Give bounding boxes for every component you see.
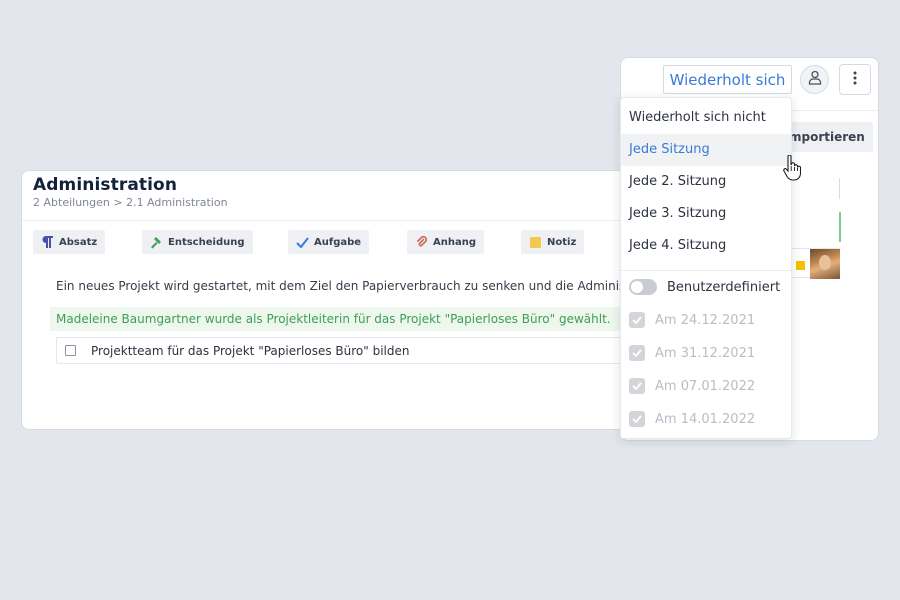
menu-item-every-2nd-session[interactable]: Jede 2. Sitzung [621,166,791,198]
paragraph-text[interactable]: Ein neues Projekt wird gestartet, mit de… [56,279,640,293]
avatar[interactable] [810,249,840,279]
note-marker [796,261,805,270]
date-option: Am 07.01.2022 [629,377,755,395]
divider [839,178,840,199]
user-icon [808,70,822,89]
note-icon [529,236,542,249]
insert-toolbar: Absatz Entscheidung Aufgabe Anhang Notiz [22,221,640,273]
paragraph-button-label: Absatz [59,236,98,248]
date-option-label: Am 07.01.2022 [655,378,756,394]
menu-item-no-repeat[interactable]: Wiederholt sich nicht [621,102,791,134]
date-option: Am 24.12.2021 [629,311,755,329]
agenda-card: Administration 2 Abteilungen > 2.1 Admin… [21,170,641,430]
menu-item-every-session[interactable]: Jede Sitzung [621,134,791,166]
menu-divider [621,270,791,271]
paperclip-icon [415,235,428,249]
check-icon [296,236,309,249]
repeat-dropdown-menu: Wiederholt sich nicht Jede Sitzung Jede … [620,97,792,439]
decision-button[interactable]: Entscheidung [142,230,253,254]
checkbox-checked-icon [629,312,645,328]
hand-pointer-icon [783,154,802,181]
checkbox-checked-icon [629,345,645,361]
checkbox-checked-icon [629,378,645,394]
gavel-icon [150,236,163,249]
attachment-button[interactable]: Anhang [407,230,485,254]
custom-toggle[interactable] [629,279,657,295]
breadcrumb[interactable]: 2 Abteilungen > 2.1 Administration [33,196,629,209]
attachment-button-label: Anhang [433,236,477,248]
task-checkbox[interactable] [65,345,76,356]
date-option: Am 31.12.2021 [629,344,755,362]
more-vertical-icon [853,70,857,89]
paragraph-icon [41,236,54,249]
menu-item-every-3rd-session[interactable]: Jede 3. Sitzung [621,198,791,230]
date-option-label: Am 24.12.2021 [655,312,756,328]
decision-marker [839,212,841,242]
checkbox-checked-icon [629,411,645,427]
decision-button-label: Entscheidung [168,236,245,248]
card-header: Administration 2 Abteilungen > 2.1 Admin… [22,171,640,221]
task-item[interactable]: Projektteam für das Projekt "Papierloses… [56,337,640,364]
task-button-label: Aufgabe [314,236,362,248]
custom-toggle-row[interactable]: Benutzerdefiniert [629,278,780,296]
task-button[interactable]: Aufgabe [288,230,370,254]
date-option-label: Am 14.01.2022 [655,411,756,427]
note-button-label: Notiz [547,236,577,248]
custom-toggle-label: Benutzerdefiniert [667,279,781,295]
repeat-button[interactable]: Wiederholt sich [663,65,792,94]
menu-item-every-4th-session[interactable]: Jede 4. Sitzung [621,230,791,262]
user-button[interactable] [800,65,829,94]
date-option: Am 14.01.2022 [629,410,755,428]
decision-item[interactable]: Madeleine Baumgartner wurde als Projektl… [50,307,640,331]
import-button[interactable]: mportieren [789,122,873,152]
paragraph-button[interactable]: Absatz [33,230,106,254]
date-option-label: Am 31.12.2021 [655,345,756,361]
more-button[interactable] [839,64,871,95]
note-button[interactable]: Notiz [521,230,585,254]
page-title: Administration [33,175,178,195]
task-label: Projektteam für das Projekt "Papierloses… [91,343,410,358]
